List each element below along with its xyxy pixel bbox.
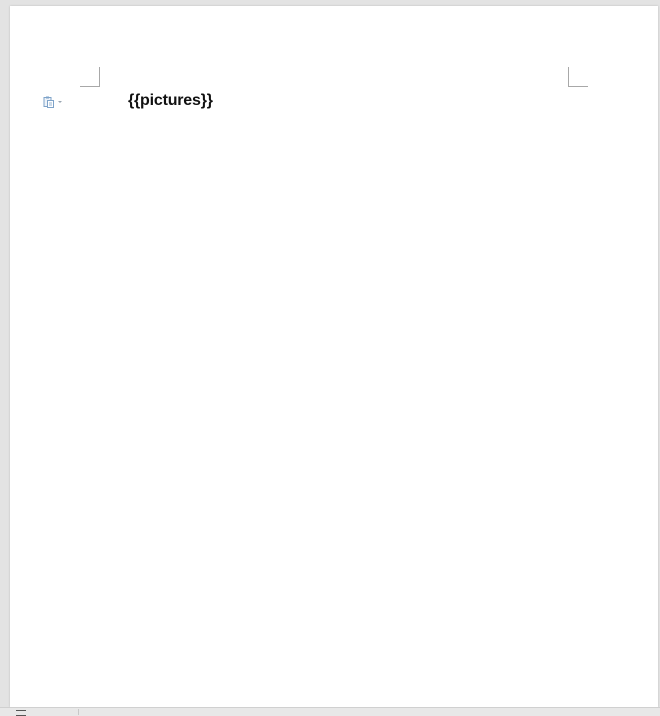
top-left-margin-marker: [80, 67, 100, 87]
top-right-margin-marker: [568, 67, 588, 87]
status-bar-divider: [78, 709, 79, 715]
paste-options-button[interactable]: [43, 95, 69, 109]
pictures-placeholder-text[interactable]: {{pictures}}: [128, 92, 213, 110]
page-view-icon[interactable]: [16, 710, 26, 716]
document-page[interactable]: {{pictures}}: [10, 6, 658, 707]
document-workspace: {{pictures}}: [0, 0, 660, 716]
chevron-down-icon: [58, 101, 62, 103]
paste-options-icon: [43, 96, 54, 108]
